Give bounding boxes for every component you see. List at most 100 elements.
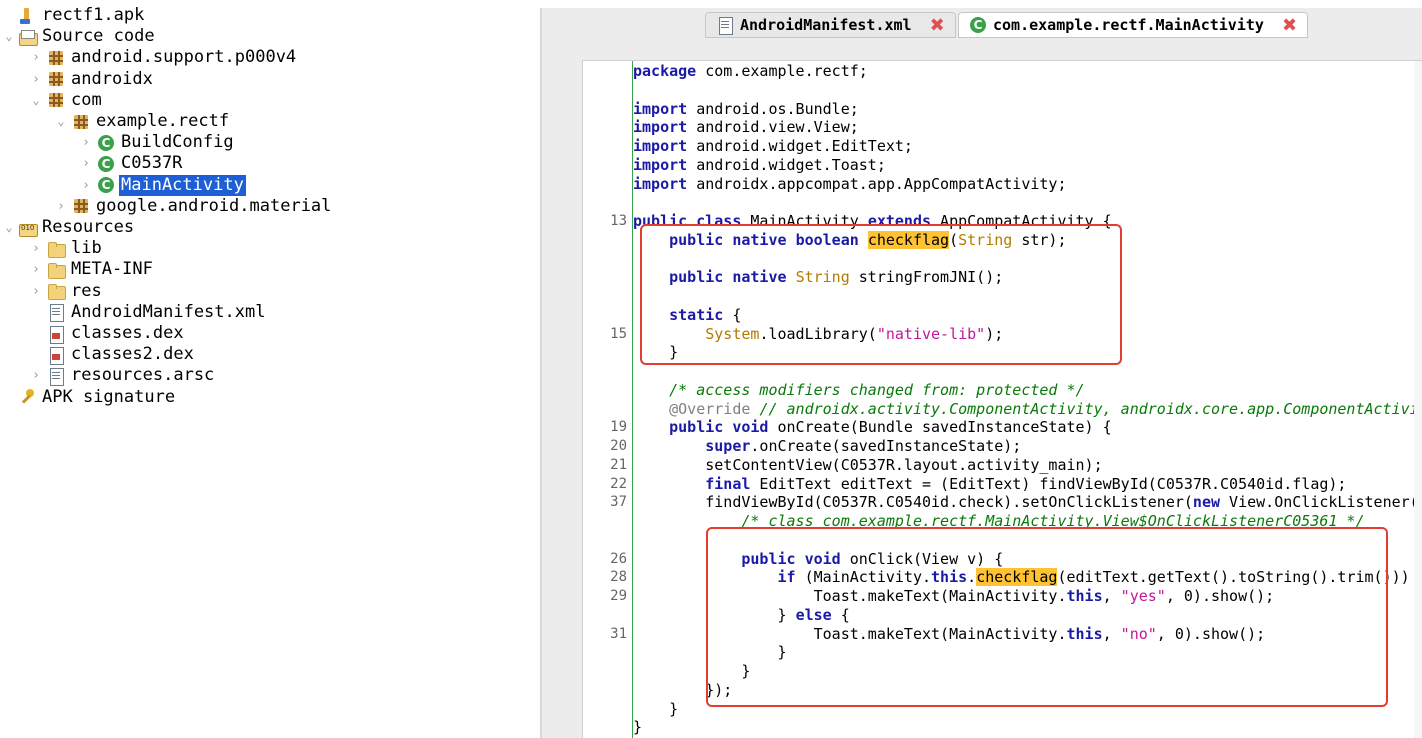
code-line: /* access modifiers changed from: protec… bbox=[669, 380, 1085, 399]
tab-label: com.example.rectf.MainActivity bbox=[993, 16, 1264, 34]
chevron-right-icon[interactable]: › bbox=[25, 69, 47, 90]
code-line: package com.example.rectf; bbox=[633, 62, 868, 80]
class-icon bbox=[969, 16, 987, 34]
code-line: /* class com.example.rectf.MainActivity.… bbox=[741, 512, 1365, 530]
code-line: import android.view.View; bbox=[633, 118, 859, 137]
line-number: 29 bbox=[610, 588, 627, 604]
package-icon bbox=[47, 91, 65, 109]
tree-item[interactable]: ⌄ Resources bbox=[0, 217, 136, 239]
tree-item[interactable]: AndroidManifest.xml bbox=[25, 302, 267, 323]
tree-item[interactable]: classes.dex bbox=[25, 323, 186, 344]
code-editor[interactable]: 13 15 19 20 21 22 37 26 28 29 31 package com.examp… bbox=[582, 60, 1422, 738]
tree-item[interactable]: › android.support.p000v4 bbox=[25, 47, 298, 68]
line-number: 22 bbox=[610, 475, 627, 492]
project-tree: rectf1.apk ⌄ Source code › android.support.p… bbox=[0, 0, 540, 738]
code-line: import android.os.Bundle; bbox=[633, 99, 859, 118]
tree-item[interactable]: › C0537R bbox=[75, 153, 184, 174]
line-number: 13 bbox=[610, 213, 627, 229]
line-number bbox=[583, 531, 627, 550]
tree-item-label: classes2.dex bbox=[71, 344, 194, 365]
line-number bbox=[583, 118, 627, 137]
line-number bbox=[583, 662, 627, 681]
chevron-down-icon[interactable]: ⌄ bbox=[0, 217, 18, 238]
package-icon bbox=[47, 49, 65, 67]
tree-item-label: META-INF bbox=[71, 259, 153, 280]
editor-area: AndroidManifest.xml ✖ com.example.rectf.… bbox=[542, 8, 1422, 738]
tree-item-label: android.support.p000v4 bbox=[71, 47, 297, 68]
line-number bbox=[583, 643, 627, 662]
tree-item[interactable]: ⌄ Source code bbox=[0, 26, 157, 47]
chevron-right-icon[interactable]: › bbox=[75, 175, 97, 196]
tree-item[interactable]: rectf1.apk bbox=[0, 5, 146, 26]
tree-item[interactable]: › MainActivity bbox=[75, 174, 246, 196]
chevron-down-icon[interactable]: ⌄ bbox=[25, 90, 47, 111]
chevron-right-icon[interactable]: › bbox=[25, 365, 47, 386]
line-number bbox=[583, 400, 627, 419]
chevron-right-icon[interactable]: › bbox=[25, 238, 47, 259]
tree-item[interactable]: APK signature bbox=[0, 387, 177, 408]
tree-item[interactable]: classes2.dex bbox=[25, 344, 196, 365]
tree-item[interactable]: ⌄ example.rectf bbox=[50, 111, 231, 132]
tree-item-label: res bbox=[71, 280, 102, 301]
package-icon bbox=[72, 113, 90, 131]
chevron-right-icon[interactable]: › bbox=[25, 47, 47, 68]
code-line: } bbox=[633, 343, 679, 362]
tree-item-label: example.rectf bbox=[96, 111, 230, 131]
chevron-right-icon[interactable]: › bbox=[25, 281, 47, 302]
tree-item[interactable]: › lib bbox=[25, 238, 104, 259]
class-icon bbox=[97, 176, 115, 194]
code-line: Toast.makeText(MainActivity.this, "yes",… bbox=[633, 587, 1275, 605]
editor-scrollbar[interactable] bbox=[1414, 61, 1422, 738]
code-line: } bbox=[633, 643, 787, 662]
line-number bbox=[583, 606, 627, 625]
tab-android-manifest[interactable]: AndroidManifest.xml ✖ bbox=[705, 12, 956, 38]
key-icon bbox=[18, 388, 36, 406]
tree-item-label: google.android.material bbox=[96, 195, 332, 216]
tree-item-label: AndroidManifest.xml bbox=[71, 301, 266, 322]
line-number bbox=[583, 231, 627, 250]
class-icon bbox=[97, 134, 115, 152]
resources-folder-icon bbox=[18, 218, 38, 239]
tree-item[interactable]: ⌄ com bbox=[25, 90, 104, 111]
folder-icon bbox=[47, 261, 66, 279]
close-icon[interactable]: ✖ bbox=[1282, 15, 1297, 36]
line-number bbox=[583, 81, 627, 100]
line-number bbox=[583, 156, 627, 175]
tree-item[interactable]: › androidx bbox=[25, 69, 155, 90]
line-number bbox=[583, 62, 627, 81]
line-number bbox=[583, 700, 627, 719]
tree-item-label: resources.arsc bbox=[71, 365, 215, 386]
chevron-down-icon[interactable]: ⌄ bbox=[50, 111, 72, 132]
tree-item[interactable]: › BuildConfig bbox=[75, 132, 236, 153]
close-icon[interactable]: ✖ bbox=[930, 15, 945, 36]
editor-tab-bar: AndroidManifest.xml ✖ com.example.rectf.… bbox=[542, 8, 1422, 40]
code-line: } bbox=[633, 662, 751, 680]
tree-item[interactable]: › META-INF bbox=[25, 259, 155, 280]
line-number: 19 bbox=[610, 419, 627, 436]
folder-icon bbox=[47, 282, 66, 301]
apk-icon bbox=[18, 7, 36, 25]
tree-item-label: APK signature bbox=[42, 386, 176, 407]
line-number: 28 bbox=[610, 569, 627, 586]
line-number bbox=[583, 512, 627, 531]
code-line: final EditText editText = (EditText) fin… bbox=[705, 474, 1347, 493]
chevron-right-icon[interactable]: › bbox=[75, 153, 97, 174]
code-line: } else { bbox=[633, 605, 850, 624]
line-number bbox=[583, 362, 627, 381]
tree-item-label: BuildConfig bbox=[121, 132, 234, 153]
chevron-right-icon[interactable]: › bbox=[75, 132, 97, 153]
tree-item[interactable]: › google.android.material bbox=[50, 196, 333, 217]
tree-item[interactable]: › res bbox=[25, 281, 104, 302]
chevron-right-icon[interactable]: › bbox=[25, 259, 47, 280]
class-icon bbox=[97, 155, 115, 173]
tree-item-label: lib bbox=[71, 238, 102, 259]
tree-item[interactable]: › resources.arsc bbox=[25, 365, 216, 386]
source-folder-icon bbox=[18, 28, 38, 46]
line-number bbox=[583, 287, 627, 306]
tab-main-activity[interactable]: com.example.rectf.MainActivity ✖ bbox=[958, 12, 1309, 38]
chevron-down-icon[interactable]: ⌄ bbox=[0, 26, 18, 47]
chevron-right-icon[interactable]: › bbox=[50, 196, 72, 217]
tab-label: AndroidManifest.xml bbox=[740, 16, 912, 34]
code-line: } bbox=[633, 718, 643, 737]
line-number bbox=[583, 381, 627, 400]
